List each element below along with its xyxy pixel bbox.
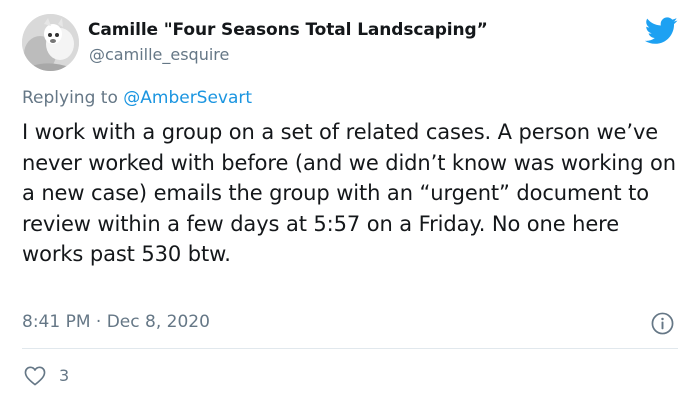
like-count: 3	[59, 366, 70, 385]
author-display-name[interactable]: Camille "Four Seasons Total Landscaping”	[88, 20, 488, 40]
replying-to-label: Replying to	[22, 88, 124, 108]
reply-mention-link[interactable]: @AmberSevart	[123, 88, 252, 108]
replying-to: Replying to @AmberSevart	[22, 88, 252, 108]
tweet-card: Camille "Four Seasons Total Landscaping”…	[0, 0, 700, 402]
twitter-bird-icon[interactable]	[645, 17, 678, 45]
author-handle[interactable]: @camille_esquire	[89, 45, 229, 64]
tweet-text: I work with a group on a set of related …	[22, 120, 676, 266]
avatar[interactable]	[22, 14, 79, 71]
info-icon[interactable]	[651, 312, 674, 335]
avatar-image	[22, 14, 79, 71]
tweet-timestamp[interactable]: 8:41 PM · Dec 8, 2020	[22, 312, 210, 332]
heart-icon[interactable]	[24, 366, 46, 386]
divider	[22, 348, 678, 349]
